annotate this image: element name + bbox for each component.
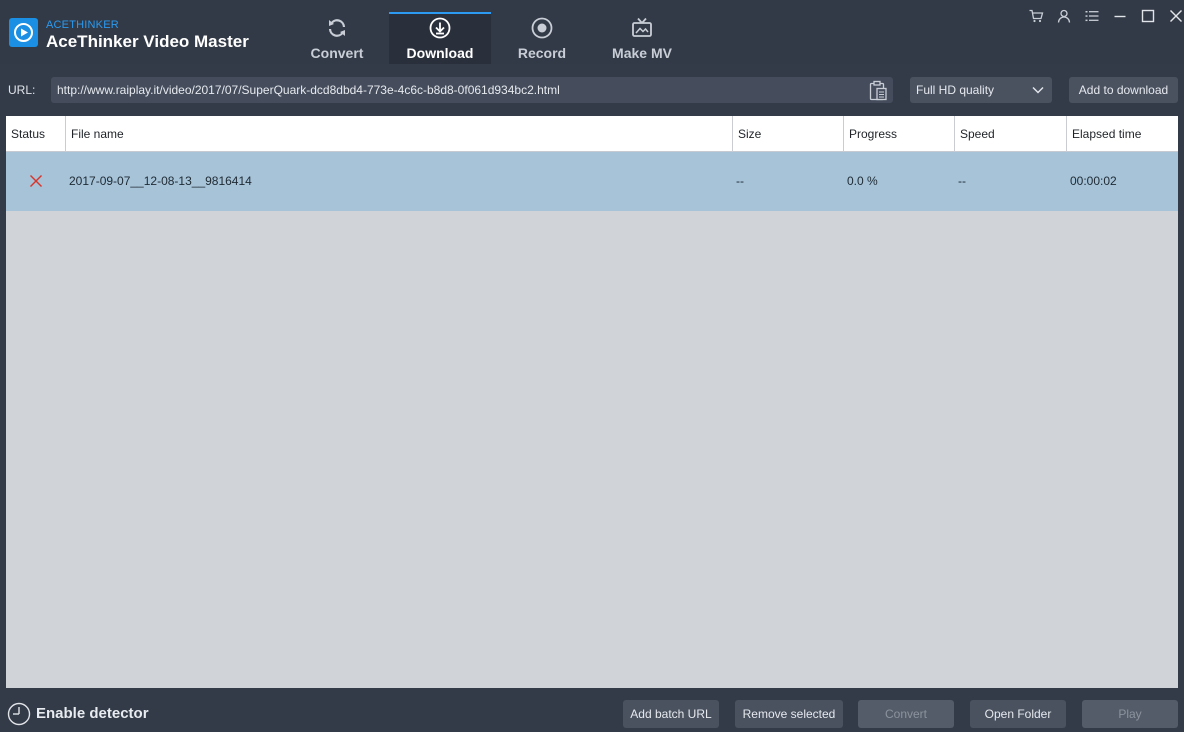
tab-record[interactable]: Record <box>491 12 593 64</box>
tab-download[interactable]: Download <box>389 12 491 64</box>
open-folder-button[interactable]: Open Folder <box>970 700 1066 728</box>
cell-elapsed-time: 00:00:02 <box>1070 174 1117 188</box>
add-batch-url-button[interactable]: Add batch URL <box>623 700 719 728</box>
url-label: URL: <box>8 83 36 97</box>
cell-file-name: 2017-09-07__12-08-13__9816414 <box>69 174 252 188</box>
menu-icon[interactable] <box>1084 8 1100 24</box>
enable-detector-label[interactable]: Enable detector <box>36 705 149 722</box>
minimize-icon[interactable] <box>1112 8 1128 24</box>
tab-record-label: Record <box>517 45 567 61</box>
column-header-status[interactable]: Status <box>6 116 66 152</box>
close-icon[interactable] <box>1168 8 1184 24</box>
column-header-elapsed-time[interactable]: Elapsed time <box>1067 116 1178 152</box>
quality-select[interactable]: Full HD quality <box>910 77 1052 103</box>
tv-icon <box>632 17 652 37</box>
brand-name: ACETHINKER <box>46 19 119 31</box>
refresh-icon <box>328 19 346 37</box>
remove-selected-button[interactable]: Remove selected <box>735 700 843 728</box>
add-to-download-button[interactable]: Add to download <box>1069 77 1178 103</box>
chevron-down-icon <box>1032 86 1044 94</box>
column-header-progress[interactable]: Progress <box>844 116 955 152</box>
clipboard-icon[interactable] <box>868 80 888 101</box>
download-icon <box>429 17 451 39</box>
column-header-size[interactable]: Size <box>733 116 844 152</box>
cart-icon[interactable] <box>1028 8 1044 24</box>
tab-download-label: Download <box>406 45 474 61</box>
user-icon[interactable] <box>1056 8 1072 24</box>
download-table: Status File name Size Progress Speed Ela… <box>6 116 1178 688</box>
app-title: AceThinker Video Master <box>46 32 249 51</box>
convert-button[interactable]: Convert <box>858 700 954 728</box>
column-header-speed[interactable]: Speed <box>955 116 1067 152</box>
tab-make-mv-label: Make MV <box>612 45 672 61</box>
cell-size: -- <box>736 174 744 188</box>
title-bar: ACETHINKER AceThinker Video Master Conve… <box>0 0 1184 64</box>
app-logo-icon <box>9 18 38 47</box>
tab-convert[interactable]: Convert <box>286 12 388 64</box>
error-x-icon <box>30 175 42 187</box>
cell-speed: -- <box>958 174 966 188</box>
quality-select-value: Full HD quality <box>916 83 995 97</box>
maximize-icon[interactable] <box>1140 8 1156 24</box>
tab-make-mv[interactable]: Make MV <box>591 12 693 64</box>
detector-icon[interactable] <box>7 702 31 726</box>
column-header-file-name[interactable]: File name <box>66 116 733 152</box>
cell-progress: 0.0 % <box>847 174 878 188</box>
url-input[interactable] <box>51 77 893 103</box>
record-icon <box>531 17 553 39</box>
table-header: Status File name Size Progress Speed Ela… <box>6 116 1178 152</box>
table-row[interactable]: 2017-09-07__12-08-13__9816414 -- 0.0 % -… <box>6 152 1178 211</box>
play-button[interactable]: Play <box>1082 700 1178 728</box>
tab-convert-label: Convert <box>310 45 364 61</box>
